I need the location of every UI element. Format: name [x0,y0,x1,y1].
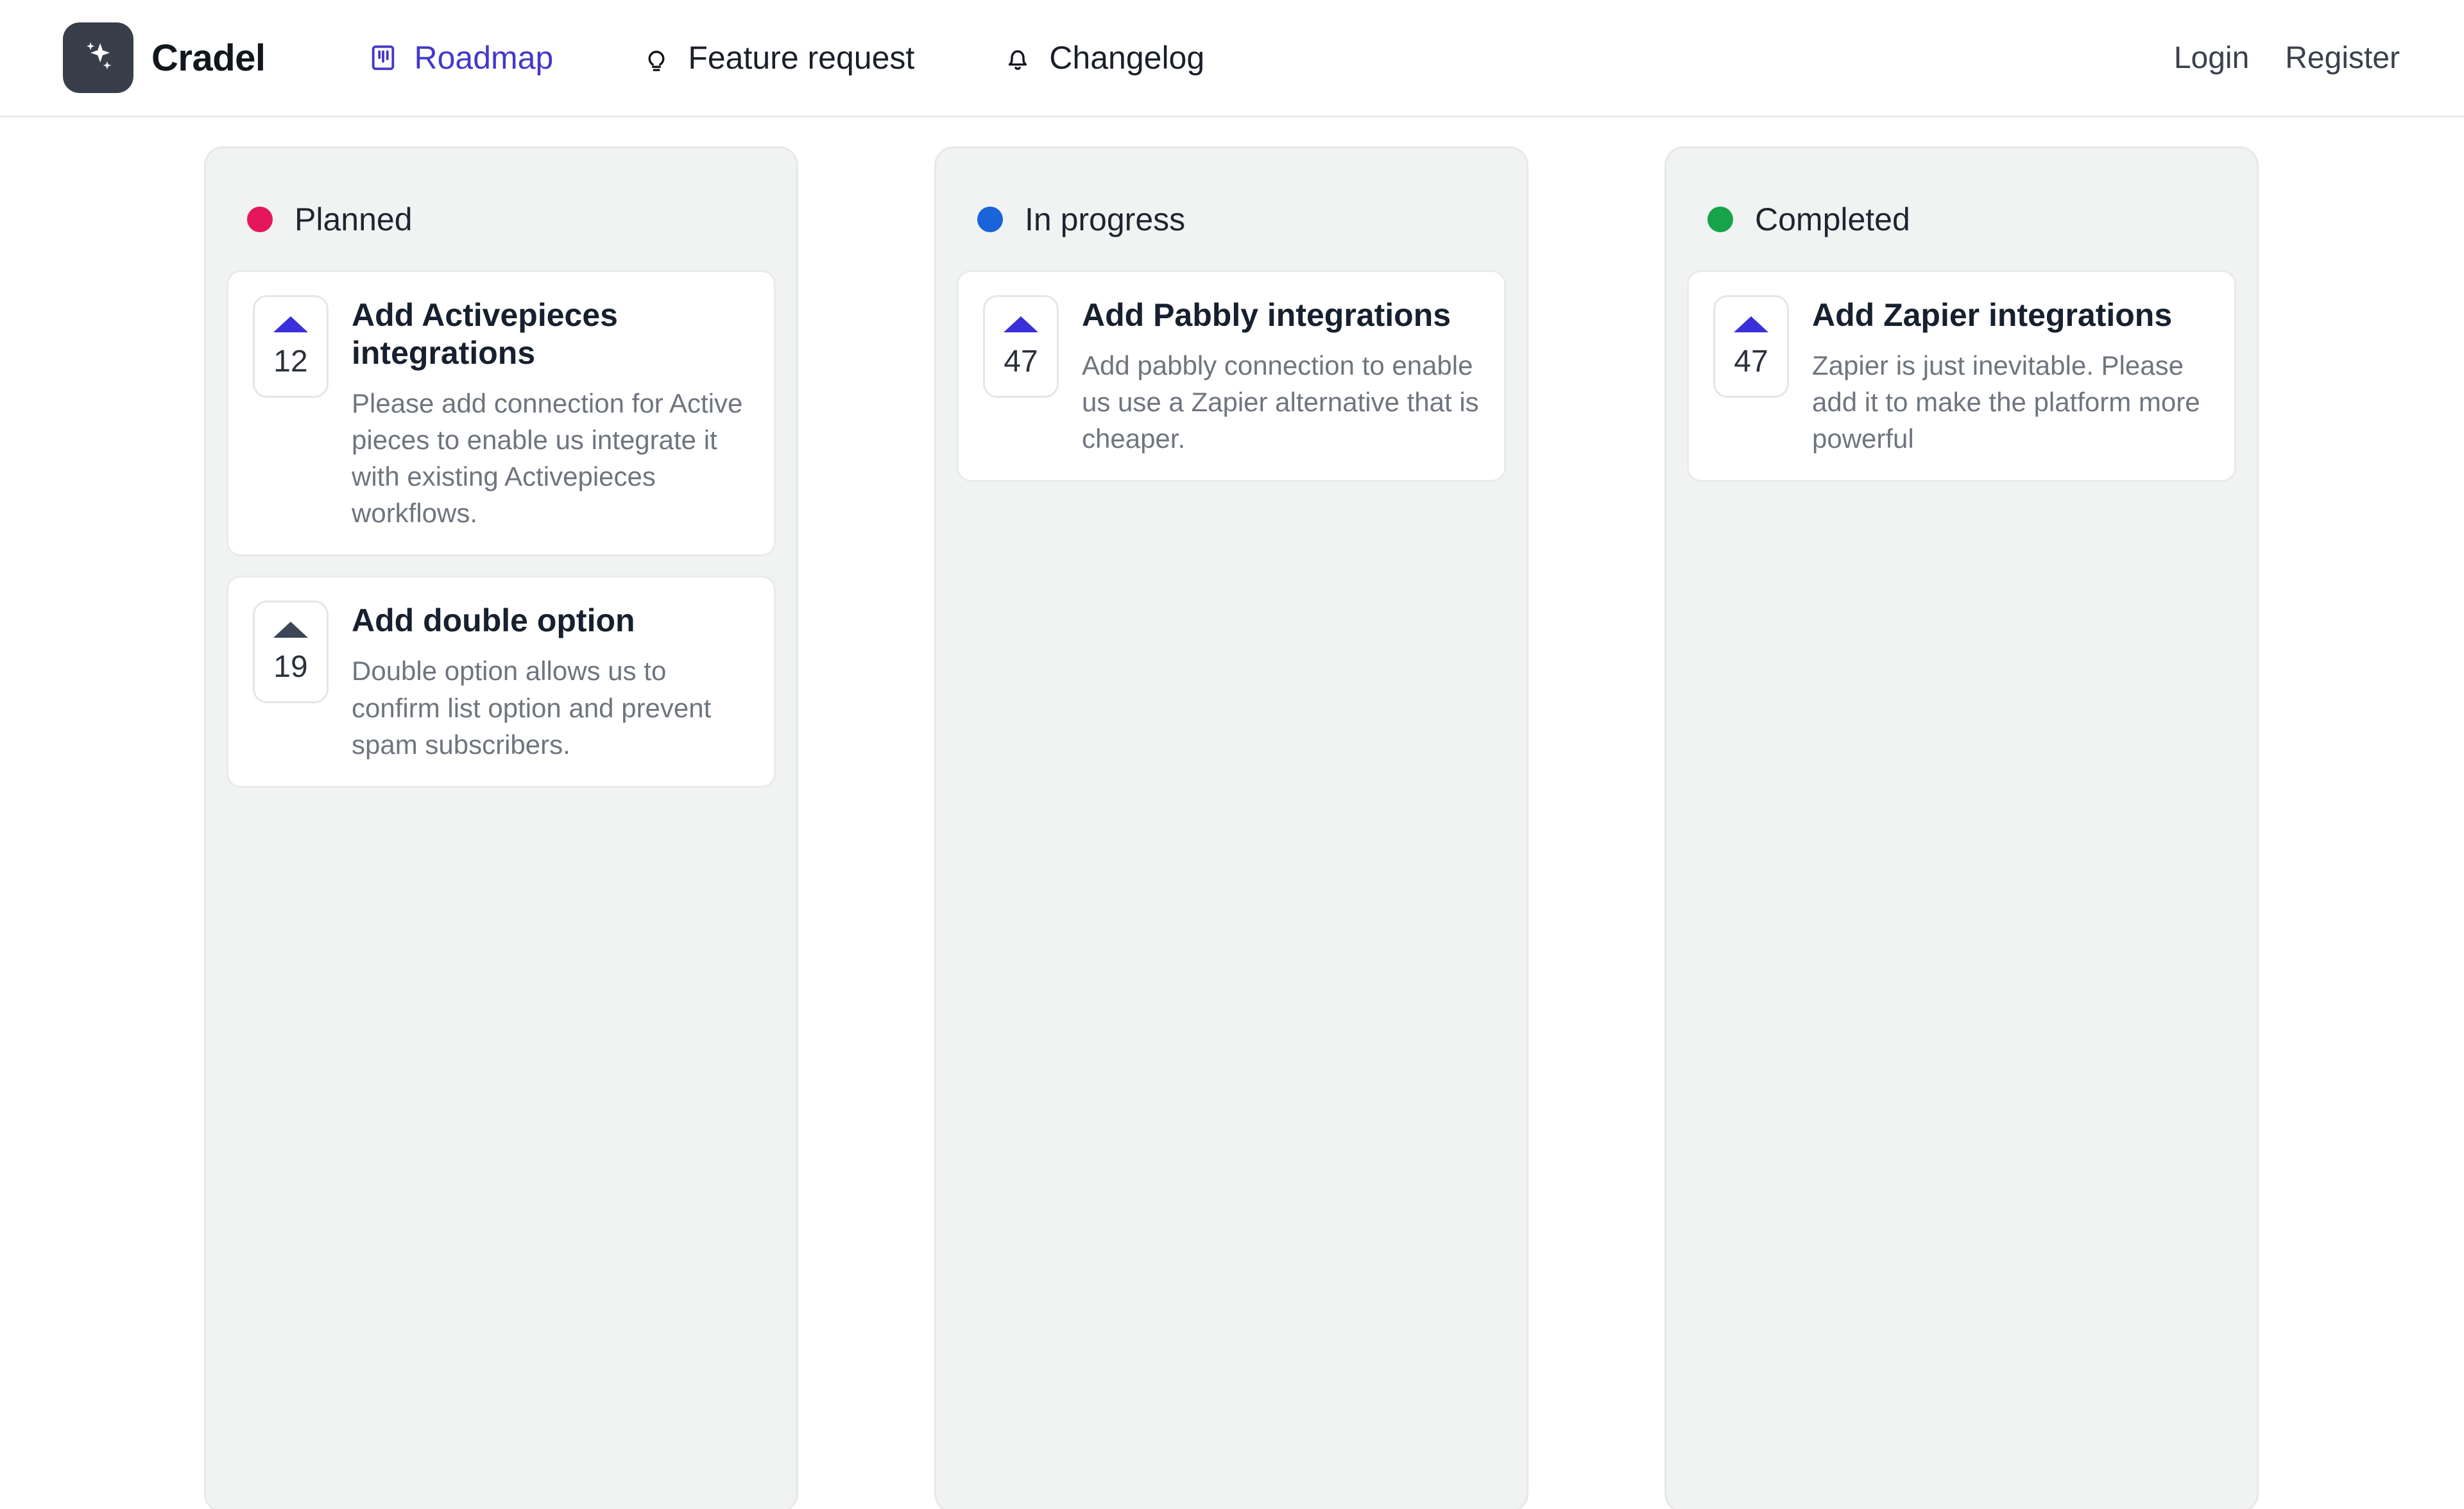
login-link[interactable]: Login [2174,40,2249,76]
column-header: In progress [957,169,1506,270]
upvote-arrow-icon [273,316,308,332]
card-title: Add Activepieces integrations [352,297,618,371]
main-nav: Roadmap Feature request Changelog [368,39,1204,76]
column-header: Completed [1687,169,2236,270]
column-card-list: 47 Add Pabbly integrations Add pabbly co… [957,270,1506,482]
column-title: Planned [295,201,413,237]
card-body: Add double option Double option allows u… [352,601,751,762]
card-body: Add Pabbly integrations Add pabbly conne… [1082,295,1481,457]
upvote-button[interactable]: 19 [253,601,329,704]
upvote-button[interactable]: 12 [253,295,329,398]
vote-count: 47 [1004,344,1038,379]
status-dot-completed [1707,207,1733,232]
auth-links: Login Register [2174,40,2400,76]
upvote-arrow-icon [1734,316,1768,332]
card-body: Add Activepieces integrations Please add… [352,295,751,531]
kanban-board-icon [368,43,398,72]
nav-item-roadmap-label: Roadmap [414,40,554,76]
vote-count: 19 [273,649,308,684]
card-description: Zapier is just inevitable. Please add it… [1812,350,2200,454]
bell-icon [1003,43,1032,72]
card-title: Add Pabbly integrations [1082,297,1451,333]
nav-item-changelog-label: Changelog [1049,40,1205,76]
column-card-list: 12 Add Activepieces integrations Please … [227,270,776,788]
board-column-planned: Planned 12 Add Activepieces integrations… [204,146,798,1509]
feature-card[interactable]: 12 Add Activepieces integrations Please … [227,270,776,557]
feature-card[interactable]: 19 Add double option Double option allow… [227,575,776,788]
roadmap-board: Planned 12 Add Activepieces integrations… [0,117,2464,1509]
upvote-arrow-icon [273,621,308,638]
upvote-button[interactable]: 47 [983,295,1059,398]
nav-item-feature-request[interactable]: Feature request [642,39,914,76]
brand[interactable]: Cradel [63,22,266,93]
register-link[interactable]: Register [2285,40,2400,76]
column-title: In progress [1025,201,1186,237]
card-description: Double option allows us to confirm list … [352,656,712,760]
feature-card[interactable]: 47 Add Zapier integrations Zapier is jus… [1687,270,2236,482]
board-column-completed: Completed 47 Add Zapier integrations Zap… [1664,146,2259,1509]
nav-item-changelog[interactable]: Changelog [1003,39,1204,76]
card-description: Add pabbly connection to enable us use a… [1082,350,1479,454]
status-dot-in-progress [977,207,1003,232]
feature-card[interactable]: 47 Add Pabbly integrations Add pabbly co… [957,270,1506,482]
column-title: Completed [1755,201,1910,237]
card-body: Add Zapier integrations Zapier is just i… [1812,295,2211,457]
card-description: Please add connection for Active pieces … [352,388,743,529]
sparkles-icon [78,38,118,78]
board-column-in-progress: In progress 47 Add Pabbly integrations A… [934,146,1528,1509]
column-header: Planned [227,169,776,270]
lightbulb-icon [642,43,671,72]
upvote-button[interactable]: 47 [1713,295,1789,398]
card-title: Add Zapier integrations [1812,297,2173,333]
brand-name: Cradel [151,37,266,79]
vote-count: 47 [1734,344,1768,379]
upvote-arrow-icon [1004,316,1038,332]
app-header: Cradel Roadmap Feature request Changelog… [0,0,2464,117]
column-card-list: 47 Add Zapier integrations Zapier is jus… [1687,270,2236,482]
app-logo [63,22,133,93]
card-title: Add double option [352,602,635,639]
nav-item-roadmap[interactable]: Roadmap [368,39,554,76]
vote-count: 12 [273,344,308,379]
status-dot-planned [247,207,273,232]
nav-item-feature-request-label: Feature request [688,40,915,76]
